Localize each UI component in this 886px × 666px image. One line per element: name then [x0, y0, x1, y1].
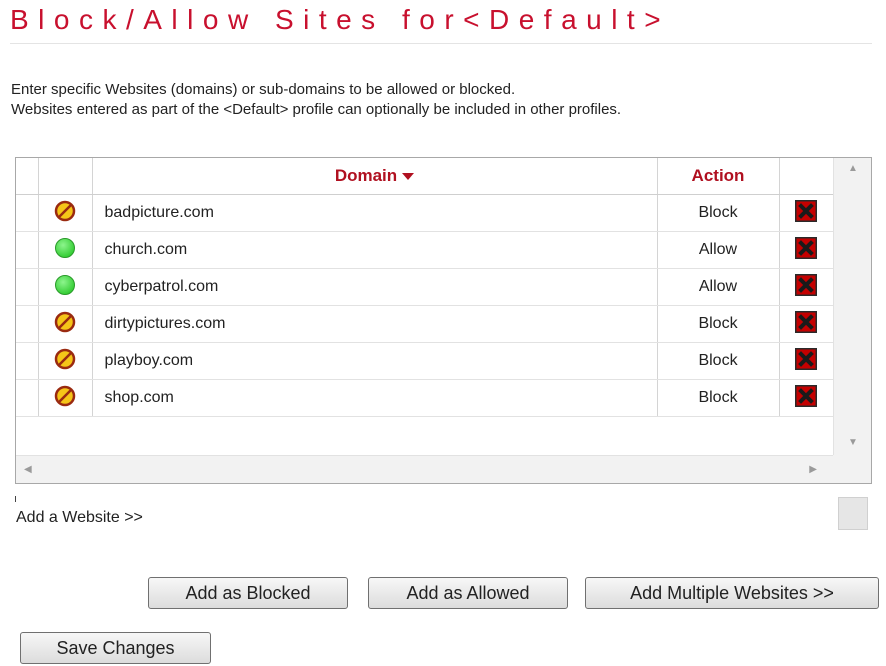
allowed-icon: [54, 237, 76, 263]
scroll-up-icon[interactable]: ▲: [848, 164, 858, 174]
delete-x-icon[interactable]: [794, 273, 818, 301]
scrollbar-corner: [833, 455, 871, 483]
sites-table: Domain Action badpicture.com Block church.…: [16, 158, 834, 417]
table-row[interactable]: badpicture.com Block: [16, 194, 834, 232]
add-website-marker: [15, 496, 16, 502]
delete-x-icon[interactable]: [794, 199, 818, 227]
add-as-blocked-button[interactable]: Add as Blocked: [148, 577, 348, 609]
row-select-cell[interactable]: [16, 194, 39, 232]
vertical-scrollbar[interactable]: ▲ ▼: [833, 158, 871, 456]
action-cell[interactable]: Allow: [657, 231, 780, 269]
row-select-cell[interactable]: [16, 305, 39, 343]
add-website-link[interactable]: Add a Website >>: [16, 509, 143, 527]
domain-cell[interactable]: dirtypictures.com: [92, 305, 658, 343]
table-row[interactable]: playboy.com Block: [16, 342, 834, 380]
row-status-cell: [38, 194, 93, 232]
domain-cell[interactable]: shop.com: [92, 379, 658, 417]
sites-grid: Domain Action badpicture.com Block church.…: [15, 157, 872, 484]
delete-cell[interactable]: [779, 379, 834, 417]
row-select-cell[interactable]: [16, 342, 39, 380]
save-changes-button[interactable]: Save Changes: [20, 632, 211, 664]
add-as-allowed-button[interactable]: Add as Allowed: [368, 577, 568, 609]
table-row[interactable]: dirtypictures.com Block: [16, 305, 834, 343]
delete-x-icon[interactable]: [794, 384, 818, 412]
domain-cell[interactable]: badpicture.com: [92, 194, 658, 232]
row-status-cell: [38, 268, 93, 306]
action-cell[interactable]: Block: [657, 194, 780, 232]
action-cell[interactable]: Block: [657, 342, 780, 380]
header-delete-col: [779, 158, 834, 195]
blocked-icon: [54, 200, 76, 226]
action-cell[interactable]: Block: [657, 379, 780, 417]
row-status-cell: [38, 231, 93, 269]
row-select-cell[interactable]: [16, 231, 39, 269]
delete-x-icon[interactable]: [794, 236, 818, 264]
delete-cell[interactable]: [779, 231, 834, 269]
description: Enter specific Websites (domains) or sub…: [11, 80, 621, 120]
scroll-right-icon[interactable]: ▶: [809, 465, 817, 475]
sort-desc-icon: [402, 173, 415, 181]
delete-cell[interactable]: [779, 342, 834, 380]
row-select-cell[interactable]: [16, 268, 39, 306]
scroll-left-icon[interactable]: ◀: [24, 465, 32, 475]
delete-cell[interactable]: [779, 268, 834, 306]
delete-cell[interactable]: [779, 305, 834, 343]
row-status-cell: [38, 305, 93, 343]
title-divider: [10, 43, 872, 44]
sites-table-body: badpicture.com Block church.com Allow cyberp…: [16, 194, 834, 417]
description-line-1: Enter specific Websites (domains) or sub…: [11, 81, 516, 98]
domain-cell[interactable]: church.com: [92, 231, 658, 269]
blocked-icon: [54, 385, 76, 411]
table-row[interactable]: shop.com Block: [16, 379, 834, 417]
header-status-col: [38, 158, 93, 195]
domain-cell[interactable]: playboy.com: [92, 342, 658, 380]
scroll-down-icon[interactable]: ▼: [848, 438, 858, 448]
delete-cell[interactable]: [779, 194, 834, 232]
table-row[interactable]: cyberpatrol.com Allow: [16, 268, 834, 306]
delete-x-icon[interactable]: [794, 347, 818, 375]
row-status-cell: [38, 379, 93, 417]
add-multiple-websites-button[interactable]: Add Multiple Websites >>: [585, 577, 879, 609]
action-cell[interactable]: Block: [657, 305, 780, 343]
row-select-cell[interactable]: [16, 379, 39, 417]
page-title: Block/Allow Sites for<Default>: [10, 4, 671, 35]
column-header-domain[interactable]: Domain: [92, 158, 658, 195]
column-header-domain-label: Domain: [334, 166, 398, 185]
horizontal-scrollbar[interactable]: ◀ ▶: [16, 455, 833, 483]
delete-x-icon[interactable]: [794, 310, 818, 338]
domain-cell[interactable]: cyberpatrol.com: [92, 268, 658, 306]
description-line-2: Websites entered as part of the <Default…: [11, 101, 622, 118]
action-cell[interactable]: Allow: [657, 268, 780, 306]
row-status-cell: [38, 342, 93, 380]
blocked-icon: [54, 348, 76, 374]
table-header-row: Domain Action: [16, 158, 834, 195]
header-select-col: [16, 158, 39, 195]
allowed-icon: [54, 274, 76, 300]
blocked-icon: [54, 311, 76, 337]
table-row[interactable]: church.com Allow: [16, 231, 834, 269]
side-panel-box: [838, 497, 868, 530]
column-header-action[interactable]: Action: [657, 158, 780, 195]
